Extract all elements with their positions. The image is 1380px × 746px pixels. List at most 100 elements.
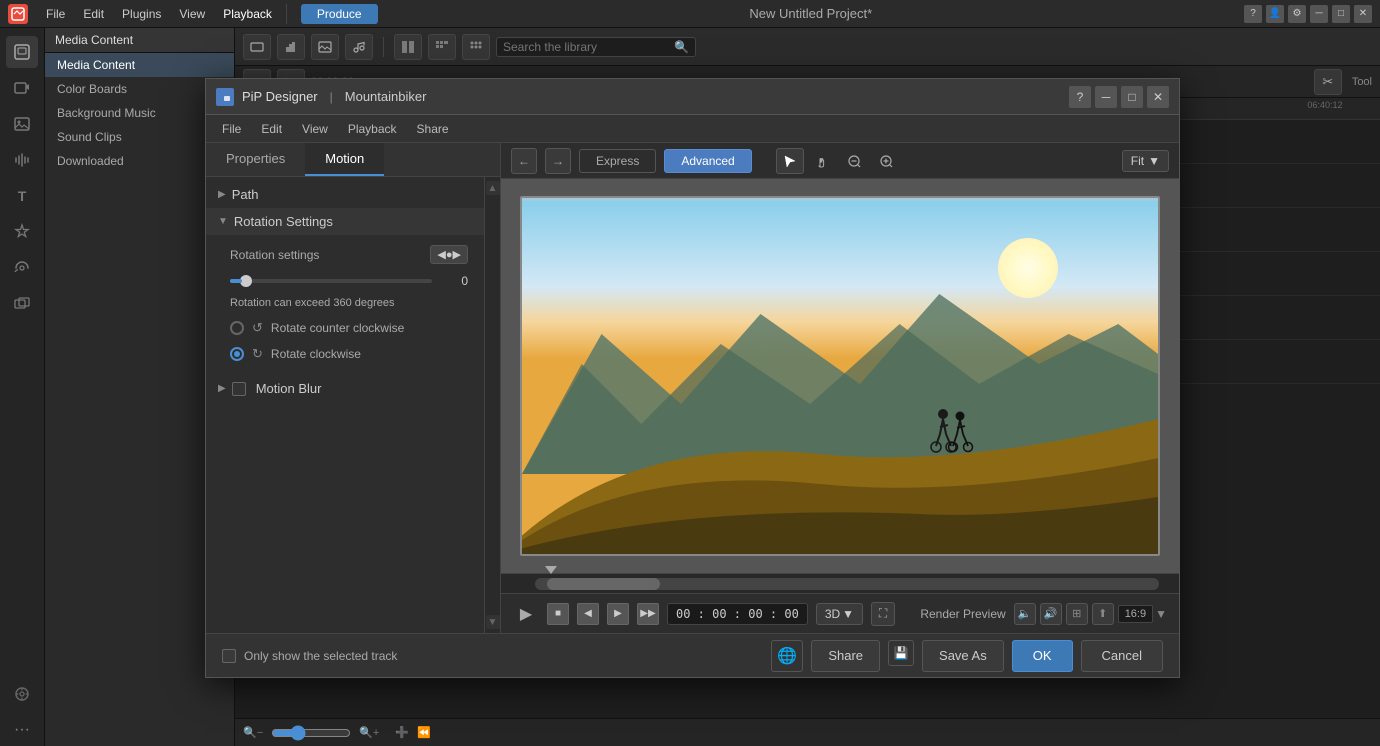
motion-blur-section-header[interactable]: ▶ Motion Blur <box>206 375 484 402</box>
modal-menu-edit[interactable]: Edit <box>253 119 290 139</box>
pip-step-back-btn[interactable]: ◀ <box>577 603 599 625</box>
only-show-checkbox-box[interactable] <box>222 649 236 663</box>
motion-blur-checkbox[interactable] <box>232 382 246 396</box>
modal-close-btn[interactable]: ✕ <box>1147 86 1169 108</box>
tool-img-btn[interactable] <box>311 34 339 60</box>
user-icon[interactable]: 👤 <box>1266 5 1284 23</box>
close-button[interactable]: ✕ <box>1354 5 1372 23</box>
save-icon-btn[interactable]: 💾 <box>888 640 914 666</box>
add-track-icon[interactable]: ➕ <box>395 726 409 739</box>
help-icon[interactable]: ? <box>1244 5 1262 23</box>
mode-3d-btn[interactable]: 3D ▼ <box>816 603 863 625</box>
save-as-button[interactable]: Save As <box>922 640 1004 672</box>
path-section-header[interactable]: ▶ Path <box>206 181 484 208</box>
sidebar-audio-icon[interactable] <box>6 144 38 176</box>
modal-help-btn[interactable]: ? <box>1069 86 1091 108</box>
modal-minimize-btn[interactable]: ─ <box>1095 86 1117 108</box>
sidebar-tools-icon[interactable] <box>6 678 38 710</box>
maximize-button[interactable]: □ <box>1332 5 1350 23</box>
left-sidebar: T ··· <box>0 28 45 746</box>
fit-label: Fit <box>1131 154 1144 168</box>
scroll-up-btn[interactable]: ▲ <box>486 181 500 195</box>
ok-button[interactable]: OK <box>1012 640 1073 672</box>
render-vol-btn[interactable]: 🔈 <box>1014 603 1036 625</box>
tab-properties[interactable]: Properties <box>206 143 305 176</box>
pip-hand-btn[interactable] <box>808 148 836 174</box>
zoom-in-icon[interactable]: 🔍+ <box>359 726 379 739</box>
render-export-btn[interactable]: ⬆ <box>1092 603 1114 625</box>
sidebar-video-icon[interactable] <box>6 72 38 104</box>
tool-grid3-btn[interactable] <box>462 34 490 60</box>
pip-play-btn[interactable]: ▶ <box>513 601 539 627</box>
pip-zoom-out-btn[interactable] <box>840 148 868 174</box>
pip-preview[interactable] <box>501 179 1179 573</box>
fullscreen-btn[interactable]: ⛶ <box>871 602 895 626</box>
render-preview-label: Render Preview <box>920 607 1005 621</box>
rotate-cw-radio[interactable] <box>230 347 244 361</box>
advanced-button[interactable]: Advanced <box>664 149 751 173</box>
tool-clip-btn[interactable] <box>243 34 271 60</box>
modal-menu-file[interactable]: File <box>214 119 249 139</box>
rotate-cw-row[interactable]: ↻ Rotate clockwise <box>230 341 468 367</box>
pip-redo-btn[interactable]: → <box>545 148 571 174</box>
menu-edit[interactable]: Edit <box>75 4 112 24</box>
menu-plugins[interactable]: Plugins <box>114 4 169 24</box>
rotate-ccw-radio[interactable] <box>230 321 244 335</box>
prev-frame-icon[interactable]: ⏪ <box>417 726 431 739</box>
render-chevron-icon[interactable]: ▼ <box>1155 607 1167 621</box>
pip-undo-btn[interactable]: ← <box>511 148 537 174</box>
mode-3d-arrow-icon: ▼ <box>842 607 854 621</box>
rotate-ccw-row[interactable]: ↺ Rotate counter clockwise <box>230 315 468 341</box>
zoom-slider[interactable] <box>271 725 351 741</box>
timeline-scroll-bar[interactable] <box>535 578 1159 590</box>
sidebar-effects-icon[interactable] <box>6 216 38 248</box>
cancel-button[interactable]: Cancel <box>1081 640 1163 672</box>
express-button[interactable]: Express <box>579 149 656 173</box>
pip-step-fwd-btn[interactable]: ▶ <box>607 603 629 625</box>
modal-menu-share[interactable]: Share <box>409 119 457 139</box>
pip-timeline-scroll[interactable] <box>501 573 1179 593</box>
rotation-section-header[interactable]: ▼ Rotation Settings <box>206 208 484 235</box>
sidebar-motion-icon[interactable] <box>6 252 38 284</box>
modal-menu-view[interactable]: View <box>294 119 336 139</box>
playback-top-bar <box>522 198 1158 201</box>
sidebar-image-icon[interactable] <box>6 108 38 140</box>
search-input[interactable] <box>503 40 674 54</box>
rotation-icon-btn[interactable]: ◀●▶ <box>430 245 468 264</box>
pip-zoom-in-btn[interactable] <box>872 148 900 174</box>
share-button[interactable]: Share <box>811 640 880 672</box>
fit-dropdown[interactable]: Fit ▼ <box>1122 150 1169 172</box>
scroll-down-btn[interactable]: ▼ <box>486 615 500 629</box>
sidebar-media-icon[interactable] <box>6 36 38 68</box>
timeline-scroll-handle[interactable] <box>547 578 659 590</box>
content-item-media[interactable]: Media Content <box>45 53 234 77</box>
menu-view[interactable]: View <box>171 4 213 24</box>
tool-grid2-btn[interactable] <box>428 34 456 60</box>
produce-button[interactable]: Produce <box>301 4 378 24</box>
render-vol2-btn[interactable]: 🔊 <box>1040 603 1062 625</box>
app-title: New Untitled Project* <box>380 6 1242 21</box>
globe-icon-btn[interactable]: 🌐 <box>771 640 803 672</box>
modal-maximize-btn[interactable]: □ <box>1121 86 1143 108</box>
timeline-tool-cut[interactable]: ✂ <box>1314 69 1342 95</box>
render-caption-btn[interactable]: ⊞ <box>1066 603 1088 625</box>
rotation-section-content: Rotation settings ◀●▶ 0 <box>206 235 484 375</box>
pip-fast-fwd-btn[interactable]: ▶▶ <box>637 603 659 625</box>
tool-music-btn[interactable] <box>345 34 373 60</box>
menu-playback[interactable]: Playback <box>215 4 280 24</box>
minimize-button[interactable]: ─ <box>1310 5 1328 23</box>
tool-grid1-btn[interactable] <box>394 34 422 60</box>
rotation-slider-track[interactable] <box>230 279 432 283</box>
tab-motion[interactable]: Motion <box>305 143 384 176</box>
timeline-tools-label: Tool <box>1352 76 1372 88</box>
sidebar-more-icon[interactable]: ··· <box>6 714 38 746</box>
sidebar-overlay-icon[interactable] <box>6 288 38 320</box>
sidebar-text-icon[interactable]: T <box>6 180 38 212</box>
tool-audio-btn[interactable] <box>277 34 305 60</box>
menu-file[interactable]: File <box>38 4 73 24</box>
settings-icon[interactable]: ⚙ <box>1288 5 1306 23</box>
pip-stop-btn[interactable]: ■ <box>547 603 569 625</box>
zoom-out-icon[interactable]: 🔍− <box>243 726 263 739</box>
pip-cursor-btn[interactable] <box>776 148 804 174</box>
modal-menu-playback[interactable]: Playback <box>340 119 405 139</box>
